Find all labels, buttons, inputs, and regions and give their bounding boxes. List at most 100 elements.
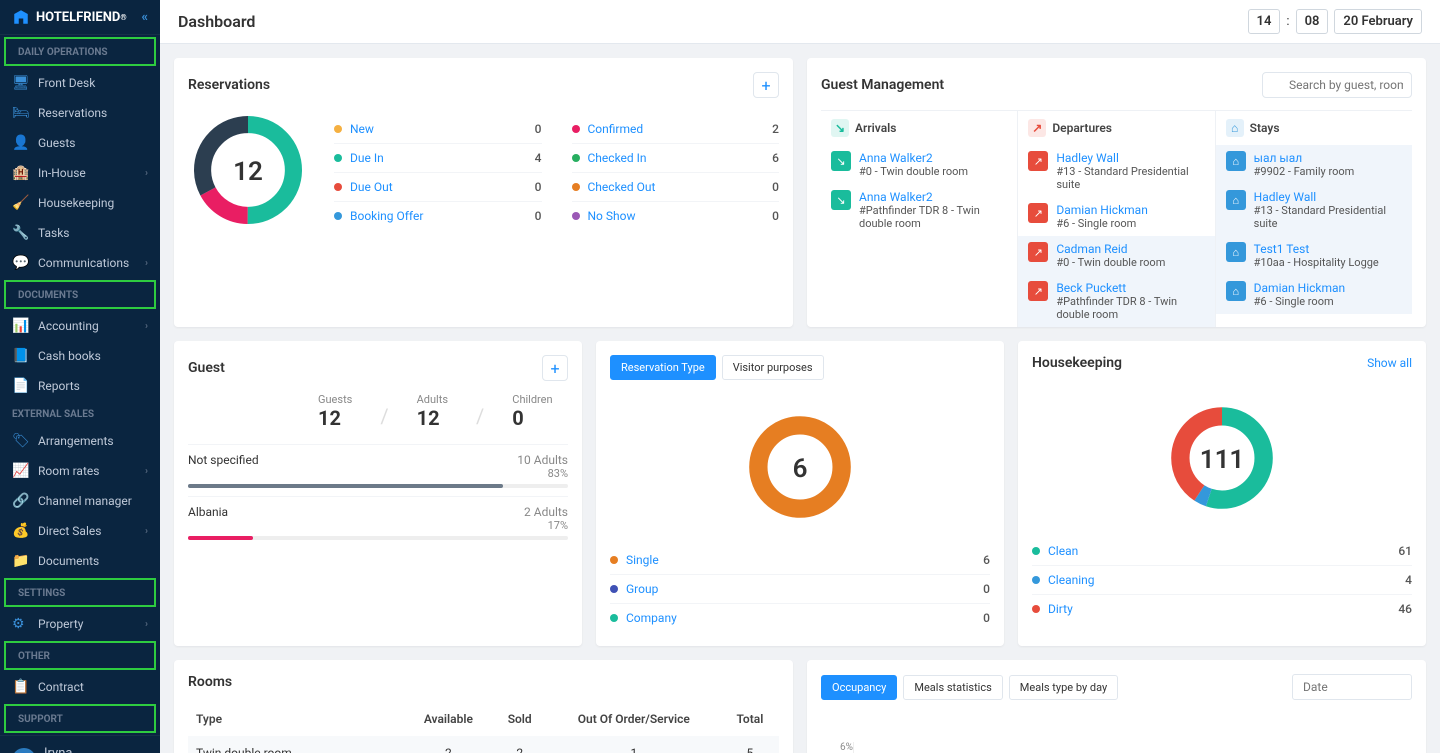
- legend-row[interactable]: Company0: [610, 604, 990, 632]
- nav-item-front-desk[interactable]: 🖥Front Desk: [0, 68, 160, 98]
- add-reservation-button[interactable]: +: [753, 72, 779, 98]
- nav-icon: 🔗: [12, 493, 28, 509]
- legend-row[interactable]: Cleaning4: [1032, 566, 1412, 595]
- nav-item-guests[interactable]: 👤Guests: [0, 128, 160, 158]
- legend-row[interactable]: Due In4: [334, 144, 542, 173]
- legend-dot: [1032, 605, 1040, 613]
- legend-row[interactable]: No Show0: [572, 202, 780, 230]
- legend-value: 0: [772, 209, 779, 223]
- gm-item[interactable]: ↗Damian Hickman#6 - Single room: [1018, 197, 1214, 236]
- housekeeping-show-all-link[interactable]: Show all: [1367, 356, 1412, 370]
- nav-section-other: OTHER: [4, 641, 156, 670]
- table-row[interactable]: Twin double room2215: [188, 736, 779, 753]
- gm-col-arrivals: ↘Arrivals↘Anna Walker2#0 - Twin double r…: [821, 111, 1018, 327]
- legend-label: Booking Offer: [350, 209, 423, 223]
- guest-stat: Children0: [512, 393, 552, 430]
- nav-item-cash-books[interactable]: 📘Cash books: [0, 341, 160, 371]
- legend-label: Confirmed: [588, 122, 644, 136]
- legend-row[interactable]: Due Out0: [334, 173, 542, 202]
- nav-item-housekeeping[interactable]: 🧹Housekeeping: [0, 188, 160, 218]
- guest-bar-label: Not specified: [188, 453, 259, 467]
- y-tick: 6%: [821, 742, 853, 753]
- reservations-title: Reservations: [188, 77, 270, 93]
- nav-item-channel-manager[interactable]: 🔗 Channel manager: [0, 486, 160, 516]
- legend-row[interactable]: Confirmed2: [572, 115, 780, 144]
- clock-date[interactable]: 20 February: [1334, 9, 1422, 34]
- gm-item[interactable]: ⌂ыал ыал#9902 - Family room: [1216, 145, 1412, 184]
- nav-item-accounting[interactable]: 📊Accounting›: [0, 311, 160, 341]
- legend-row[interactable]: New0: [334, 115, 542, 144]
- nav-item-arrangements[interactable]: 🏷Arrangements: [0, 426, 160, 456]
- legend-value: 4: [1405, 573, 1412, 587]
- legend-dot: [1032, 547, 1040, 555]
- reservation-type-tab[interactable]: Reservation Type: [610, 355, 716, 380]
- gm-room: #10aa - Hospitality Logge: [1254, 256, 1379, 269]
- nav-item-reports[interactable]: 📄Reports: [0, 371, 160, 401]
- gm-item-icon: ↗: [1028, 242, 1048, 262]
- gm-item[interactable]: ⌂Hadley Wall#13 - Standard Presidential …: [1216, 184, 1412, 236]
- guest-bar-pct: 17%: [188, 519, 568, 532]
- nav-label: Contract: [38, 680, 84, 694]
- nav-item-in-house[interactable]: 🏨In-House›: [0, 158, 160, 188]
- guest-bar-label: Albania: [188, 505, 228, 519]
- legend-row[interactable]: Checked Out0: [572, 173, 780, 202]
- chevron-right-icon: ›: [145, 258, 148, 269]
- gm-item[interactable]: ↘Anna Walker2#0 - Twin double room: [821, 145, 1017, 184]
- nav-item-reservations[interactable]: 🛏Reservations: [0, 98, 160, 128]
- nav-icon: 🛏: [12, 105, 28, 121]
- sidebar-collapse-icon[interactable]: «: [142, 10, 149, 25]
- gm-item-icon: ⌂: [1226, 242, 1246, 262]
- page-title: Dashboard: [178, 12, 255, 31]
- gm-item-icon: ↘: [831, 190, 851, 210]
- gm-item[interactable]: ↗Hadley Wall#13 - Standard Presidential …: [1018, 145, 1214, 197]
- occupancy-date-input[interactable]: [1292, 674, 1412, 700]
- nav-item-room-rates[interactable]: 📈Room rates›: [0, 456, 160, 486]
- rooms-col: Sold: [493, 702, 547, 736]
- occupancy-card: OccupancyMeals statistics Meals type by d…: [807, 660, 1426, 753]
- chevron-right-icon: ›: [145, 619, 148, 630]
- chevron-right-icon: ›: [145, 321, 148, 332]
- gm-guest-name: Beck Puckett: [1056, 281, 1204, 295]
- occupancy-tab[interactable]: Occupancy: [821, 675, 897, 700]
- reservation-type-tab[interactable]: Visitor purposes: [722, 355, 824, 380]
- gm-item[interactable]: ⌂Test1 Test#10aa - Hospitality Logge: [1216, 236, 1412, 275]
- nav-item-documents[interactable]: 📁Documents: [0, 546, 160, 576]
- nav-label: Front Desk: [38, 76, 95, 90]
- legend-row[interactable]: Checked In6: [572, 144, 780, 173]
- occupancy-tab[interactable]: Meals statistics: [903, 675, 1002, 700]
- legend-row[interactable]: Booking Offer0: [334, 202, 542, 230]
- legend-row[interactable]: Group 0: [610, 575, 990, 604]
- add-guest-button[interactable]: +: [542, 355, 568, 381]
- gm-item[interactable]: ↘Anna Walker2#Pathfinder TDR 8 - Twin do…: [821, 184, 1017, 236]
- nav-label: Channel manager: [38, 494, 132, 508]
- nav-item-communications[interactable]: 💬Communications›: [0, 248, 160, 278]
- gm-item[interactable]: ⌂Damian Hickman#6 - Single room: [1216, 275, 1412, 314]
- user-block[interactable]: 👤 Iryna @Admin: [0, 735, 160, 753]
- guest-search-input[interactable]: [1262, 72, 1412, 98]
- housekeeping-donut: 111: [1167, 403, 1277, 517]
- gm-item[interactable]: ↗Beck Puckett#Pathfinder TDR 8 - Twin do…: [1018, 275, 1214, 327]
- gm-head: ⌂Stays: [1216, 111, 1412, 145]
- nav-item-tasks[interactable]: 🔧Tasks: [0, 218, 160, 248]
- nav-item-direct-sales[interactable]: 💰Direct Sales›: [0, 516, 160, 546]
- gm-item[interactable]: ↗Cadman Reid#0 - Twin double room: [1018, 236, 1214, 275]
- nav-item-contract[interactable]: 📋Contract: [0, 672, 160, 702]
- nav-item-property[interactable]: ⚙Property›: [0, 609, 160, 639]
- avatar: 👤: [12, 748, 36, 753]
- legend-dot: [610, 556, 618, 564]
- legend-row[interactable]: Clean61: [1032, 537, 1412, 566]
- legend-row[interactable]: Dirty46: [1032, 595, 1412, 623]
- nav-icon: 📈: [12, 463, 28, 479]
- reservation-type-card: Reservation TypeVisitor purposes 6 Singl…: [596, 341, 1004, 646]
- guest-stat-value: 12: [417, 406, 448, 430]
- brand-logo[interactable]: HOTELFRIEND® «: [0, 0, 160, 35]
- nav-section-external-sales: EXTERNAL SALES: [0, 401, 160, 426]
- legend-dot: [572, 183, 580, 191]
- occupancy-tab[interactable]: Meals type by day: [1009, 675, 1118, 700]
- legend-label: Group: [626, 582, 658, 596]
- nav-label: Arrangements: [38, 434, 114, 448]
- legend-row[interactable]: Single6: [610, 546, 990, 575]
- legend-value: 0: [983, 582, 990, 596]
- legend-value: 6: [772, 151, 779, 165]
- rooms-card: Rooms TypeAvailableSoldOut Of Order/Serv…: [174, 660, 793, 753]
